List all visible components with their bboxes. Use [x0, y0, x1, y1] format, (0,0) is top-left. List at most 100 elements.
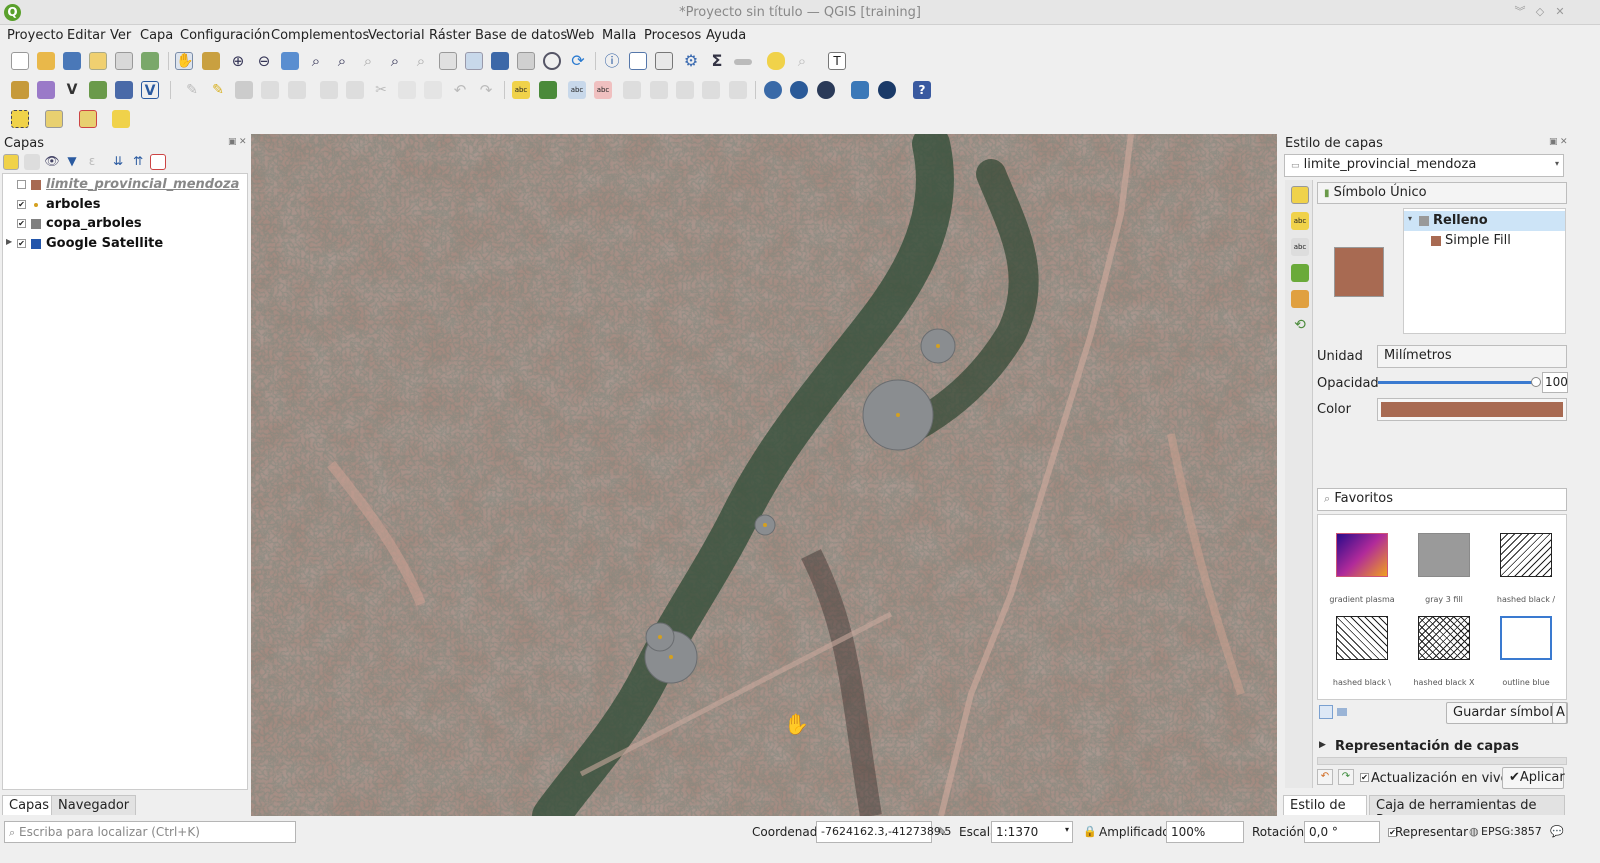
close-panel-icon[interactable]: ✕ — [239, 137, 247, 147]
expand-arrow-icon[interactable]: ▶ — [1319, 740, 1326, 750]
manage-visibility-icon[interactable]: 👁 — [44, 154, 60, 170]
wms-layer-icon[interactable] — [764, 81, 782, 99]
statistical-summary-icon[interactable]: Σ — [708, 52, 726, 70]
add-mesh-layer-icon[interactable] — [115, 81, 133, 99]
open-attribute-table-icon[interactable] — [629, 52, 647, 70]
toggle-extents-icon[interactable]: ✎ — [937, 825, 947, 839]
delete-selected-icon[interactable] — [346, 81, 364, 99]
masks-tab-icon[interactable]: abc — [1291, 238, 1309, 256]
redo-icon[interactable]: ↷ — [477, 81, 495, 99]
advanced-button[interactable]: A — [1552, 702, 1567, 724]
move-label-icon[interactable] — [676, 81, 694, 99]
map-canvas[interactable]: ✋ — [251, 134, 1277, 816]
identify-features-icon[interactable]: ⓘ — [603, 52, 621, 70]
zoom-full-icon[interactable] — [281, 52, 299, 70]
save-project-icon[interactable] — [63, 52, 81, 70]
add-vector-layer-icon[interactable]: V — [63, 81, 81, 99]
tree-point[interactable] — [936, 344, 940, 348]
select-features-icon[interactable] — [11, 110, 29, 128]
labels-tab-icon[interactable]: abc — [1291, 212, 1309, 230]
menu-malla[interactable]: Malla — [602, 28, 636, 43]
menu-complementos[interactable]: Complementos — [271, 28, 369, 43]
new-geopackage-layer-icon[interactable] — [37, 81, 55, 99]
cut-features-icon[interactable]: ✂ — [372, 81, 390, 99]
show-bookmarks-icon[interactable] — [517, 52, 535, 70]
field-calculator-icon[interactable] — [655, 52, 673, 70]
minimize-icon[interactable]: ︾ — [1512, 4, 1528, 20]
zoom-next-icon[interactable]: ⌕ — [412, 52, 430, 70]
add-raster-layer-icon[interactable] — [89, 81, 107, 99]
magnifier-input[interactable]: 100% — [1166, 821, 1244, 843]
save-edits-icon[interactable] — [235, 81, 253, 99]
layer-row[interactable]: ▶ ✔ Google Satellite — [3, 234, 247, 253]
layer-diagram-icon[interactable] — [539, 81, 557, 99]
unit-combo[interactable]: Milímetros — [1377, 345, 1567, 368]
close-panel-icon[interactable]: ✕ — [1560, 137, 1568, 147]
redo-style-icon[interactable]: ↷ — [1338, 769, 1354, 785]
collapse-all-icon[interactable]: ⇈ — [130, 154, 146, 170]
style-manager-icon[interactable] — [141, 52, 159, 70]
change-label-icon[interactable] — [729, 81, 747, 99]
tab-capas[interactable]: Capas — [2, 795, 57, 815]
scale-combo[interactable]: 1:1370 ▾ — [991, 821, 1073, 843]
show-hide-labels-icon[interactable] — [650, 81, 668, 99]
float-panel-icon[interactable]: ▣ — [1549, 137, 1558, 147]
menu-ver[interactable]: Ver — [110, 28, 131, 43]
zoom-out-icon[interactable]: ⊖ — [255, 52, 273, 70]
remove-layer-icon[interactable] — [150, 154, 166, 170]
pan-to-selection-icon[interactable] — [202, 52, 220, 70]
select-by-value-icon[interactable] — [45, 110, 63, 128]
pan-hand-icon[interactable]: ✋ — [175, 52, 193, 70]
zoom-to-selection-icon[interactable]: ⌕ — [307, 52, 325, 70]
tab-estilo-de-capas[interactable]: Estilo de c... — [1283, 795, 1367, 815]
renderer-combo[interactable]: ▮ Símbolo Único — [1317, 182, 1567, 204]
list-view-icon[interactable] — [1337, 708, 1347, 716]
modify-attributes-icon[interactable] — [320, 81, 338, 99]
current-edits-icon[interactable]: ✎ — [209, 81, 227, 99]
opacity-slider-track[interactable] — [1378, 377, 1541, 387]
measure-line-icon[interactable] — [734, 59, 752, 65]
tree-point[interactable] — [669, 655, 673, 659]
opacity-slider-handle[interactable] — [1531, 377, 1541, 387]
processing-toolbox-icon[interactable]: ⚙ — [682, 52, 700, 70]
add-feature-icon[interactable] — [261, 81, 279, 99]
metasearch-icon[interactable] — [817, 81, 835, 99]
icon-view-icon[interactable] — [1319, 705, 1333, 719]
layer-row[interactable]: limite_provincial_mendoza — [3, 175, 247, 194]
float-panel-icon[interactable]: ▣ — [228, 137, 237, 147]
symbology-tab-icon[interactable] — [1291, 186, 1309, 204]
close-icon[interactable]: ✕ — [1552, 4, 1568, 20]
layer-visibility-checkbox[interactable]: ✔ — [17, 219, 26, 228]
new-3d-map-view-icon[interactable] — [465, 52, 483, 70]
deselect-all-icon[interactable] — [79, 110, 97, 128]
wfs-layer-icon[interactable] — [790, 81, 808, 99]
expand-all-icon[interactable]: ⇊ — [110, 154, 126, 170]
toggle-label-display-icon[interactable]: abc — [594, 81, 612, 99]
layer-select-combo[interactable]: ▭ limite_provincial_mendoza ▾ — [1284, 154, 1564, 177]
symbol-tree-row-fill[interactable]: ▾ Relleno — [1404, 211, 1565, 231]
menu-capa[interactable]: Capa — [140, 28, 173, 43]
locator-search[interactable]: ⌕ Escriba para localizar (Ctrl+K) — [4, 821, 296, 843]
zoom-native-icon[interactable]: ⌕ — [359, 52, 377, 70]
history-tab-icon[interactable]: ⟲ — [1291, 316, 1309, 334]
tab-processing-toolbox[interactable]: Caja de herramientas de Proc... — [1369, 795, 1565, 815]
add-virtual-layer-icon[interactable]: V — [141, 81, 159, 99]
opacity-value-input[interactable]: 100 — [1542, 372, 1568, 393]
color-button[interactable] — [1377, 398, 1567, 421]
filter-legend-icon[interactable]: ▼ — [64, 154, 80, 170]
select-by-location-icon[interactable] — [112, 110, 130, 128]
maximize-icon[interactable]: ◇ — [1532, 4, 1548, 20]
menu-ayuda[interactable]: Ayuda — [706, 28, 746, 43]
collapse-arrow-icon[interactable]: ▾ — [1408, 214, 1412, 223]
favorites-search[interactable]: ⌕ Favoritos — [1317, 488, 1567, 511]
menu-raster[interactable]: Ráster — [429, 28, 471, 43]
refresh-icon[interactable]: ⟳ — [569, 52, 587, 70]
coordinate-input[interactable]: -7624162.3,-4127389.5 — [816, 821, 951, 843]
menu-vectorial[interactable]: Vectorial — [368, 28, 425, 43]
quickmapservices-icon[interactable] — [878, 81, 896, 99]
text-annotation-icon[interactable]: T — [828, 52, 846, 70]
toggle-editing-icon[interactable]: ✎ — [183, 81, 201, 99]
menu-proyecto[interactable]: Proyecto — [7, 28, 64, 43]
apply-button[interactable]: ✔Aplicar — [1502, 767, 1565, 789]
undo-icon[interactable]: ↶ — [451, 81, 469, 99]
